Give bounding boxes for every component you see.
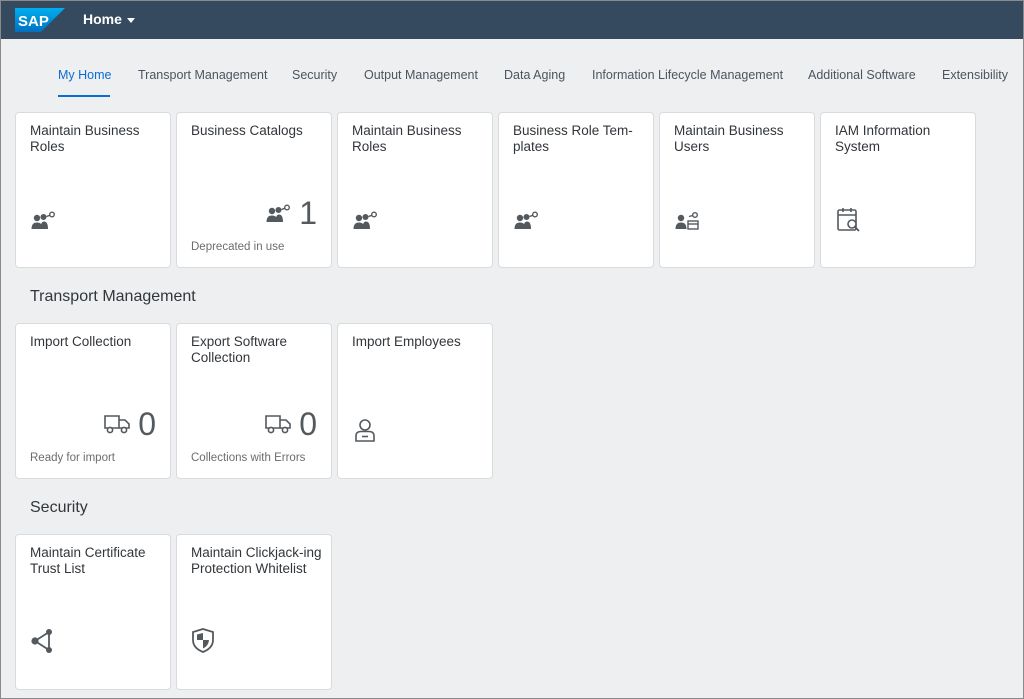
tile-maintain-business-roles[interactable]: Maintain Business Roles: [15, 112, 171, 268]
tile-maintain-business-users[interactable]: Maintain Business Users: [659, 112, 815, 268]
home-label: Home: [83, 11, 122, 27]
tab-security[interactable]: Security: [292, 68, 337, 82]
sap-logo-text: SAP: [18, 13, 49, 30]
tile-title: Import Collection: [30, 334, 132, 349]
sap-logo[interactable]: SAP: [15, 8, 65, 32]
tile-footer: Deprecated in use: [191, 241, 285, 253]
tile-maintain-certificate-trust-list[interactable]: Maintain Certificate Trust List: [15, 534, 171, 690]
business-role-icon: [513, 211, 538, 230]
business-role-icon: [266, 204, 291, 223]
kpi-value: 0: [299, 406, 317, 442]
kpi-value: 1: [299, 195, 317, 231]
tile-title: Maintain Business Users: [674, 123, 784, 154]
tile-title: Business Catalogs: [191, 123, 303, 138]
truck-icon: [104, 415, 131, 434]
tile-kpi: 0: [265, 408, 317, 440]
tab-additional-software[interactable]: Additional Software: [808, 68, 916, 82]
tile-business-role-templates[interactable]: Business Role Tem-plates: [498, 112, 654, 268]
tab-information-lifecycle-management[interactable]: Information Lifecycle Management: [592, 68, 783, 82]
shell-bar: SAP Home: [1, 1, 1023, 39]
calendar-search-icon: [837, 207, 860, 232]
tile-iam-information-system[interactable]: IAM Information System: [820, 112, 976, 268]
tile-kpi: 0: [104, 408, 156, 440]
employee-icon: [355, 419, 375, 442]
tab-extensibility[interactable]: Extensibility: [942, 68, 1008, 82]
tile-maintain-business-roles-2[interactable]: Maintain Business Roles: [337, 112, 493, 268]
section-title-security: Security: [30, 499, 88, 516]
share-network-icon: [30, 628, 53, 654]
tile-footer: Collections with Errors: [191, 452, 306, 464]
section-title-transport-management: Transport Management: [30, 288, 196, 305]
home-menu-button[interactable]: Home: [83, 11, 135, 27]
caret-down-icon: [126, 17, 135, 23]
tile-title: IAM Information System: [835, 123, 931, 154]
tile-title: Maintain Business Roles: [30, 123, 140, 154]
active-tab-indicator: [58, 95, 110, 97]
kpi-value: 0: [138, 406, 156, 442]
tile-maintain-clickjacking-protection-whitelist[interactable]: Maintain Clickjack-ing Protection Whitel…: [176, 534, 332, 690]
tab-transport-management[interactable]: Transport Management: [138, 68, 267, 82]
tile-title: Export Software Collection: [191, 334, 288, 365]
tile-import-collection[interactable]: Import Collection 0 Ready for import: [15, 323, 171, 479]
tab-output-management[interactable]: Output Management: [364, 68, 478, 82]
tab-data-aging[interactable]: Data Aging: [504, 68, 565, 82]
business-role-icon: [352, 211, 377, 230]
tab-my-home[interactable]: My Home: [58, 68, 111, 82]
tile-title: Maintain Certificate Trust List: [30, 545, 146, 576]
shield-icon: [192, 628, 214, 653]
truck-icon: [265, 415, 292, 434]
tile-kpi: 1: [265, 197, 317, 229]
tile-title: Maintain Business Roles: [352, 123, 462, 154]
tile-export-software-collection[interactable]: Export Software Collection 0 Collections…: [176, 323, 332, 479]
tile-title: Business Role Tem-plates: [513, 123, 633, 154]
tile-title: Import Employees: [352, 334, 461, 349]
tile-business-catalogs[interactable]: Business Catalogs 1 Deprecated in use: [176, 112, 332, 268]
business-role-icon: [30, 211, 56, 230]
tile-title: Maintain Clickjack-ing Protection Whitel…: [191, 545, 322, 576]
tile-footer: Ready for import: [30, 452, 116, 464]
tile-import-employees[interactable]: Import Employees: [337, 323, 493, 479]
business-user-icon: [674, 211, 699, 230]
anchor-bar: My Home Transport Management Security Ou…: [1, 39, 1023, 97]
